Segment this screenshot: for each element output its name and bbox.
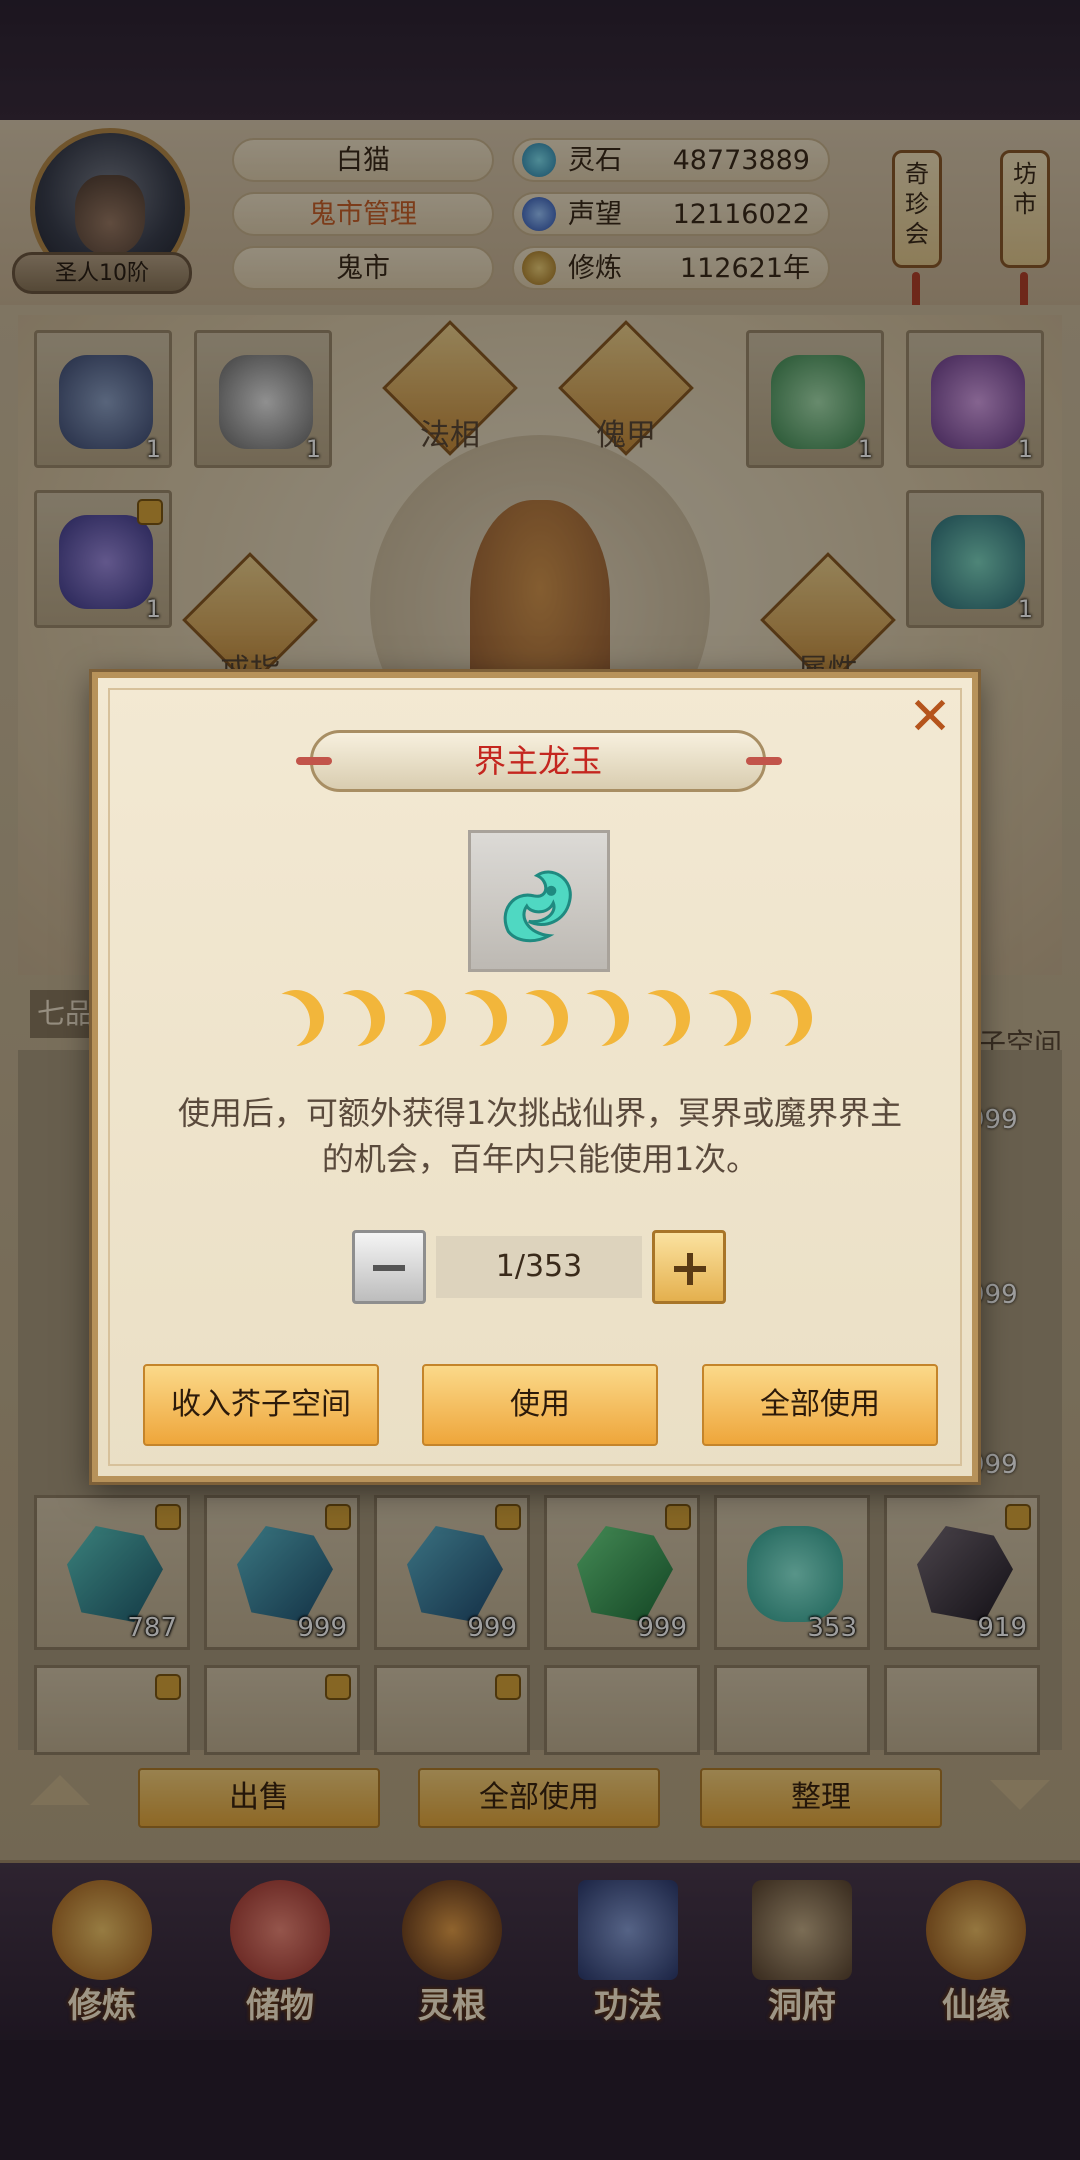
dragon-jade-icon	[503, 870, 572, 943]
quantity-field[interactable]: 1/353	[436, 1236, 642, 1298]
dialog-title: 界主龙玉	[473, 742, 602, 780]
dialog-inner-border	[108, 688, 962, 1466]
store-to-space-button[interactable]: 收入芥子空间	[143, 1364, 379, 1446]
description-line: 使用后，可额外获得1次挑战仙界，冥界或魔界界主	[177, 1094, 903, 1132]
decrease-quantity-button[interactable]	[352, 1230, 426, 1304]
moon-star-icon	[573, 990, 629, 1046]
moon-star-icon	[451, 990, 507, 1046]
moon-star-icon	[268, 990, 324, 1046]
description-line: 的机会，百年内只能使用1次。	[321, 1140, 759, 1178]
moon-star-icon	[390, 990, 446, 1046]
plus-icon-stroke	[687, 1253, 693, 1285]
item-description: 使用后，可额外获得1次挑战仙界，冥界或魔界界主 的机会，百年内只能使用1次。	[140, 1090, 940, 1182]
use-all-button[interactable]: 全部使用	[702, 1364, 938, 1446]
moon-star-icon	[512, 990, 568, 1046]
moon-star-icon	[756, 990, 812, 1046]
moon-star-icon	[695, 990, 751, 1046]
use-button[interactable]: 使用	[422, 1364, 658, 1446]
moon-star-icon	[329, 990, 385, 1046]
increase-quantity-button[interactable]	[652, 1230, 726, 1304]
moon-star-icon	[634, 990, 690, 1046]
close-icon[interactable]: ✕	[905, 691, 955, 743]
